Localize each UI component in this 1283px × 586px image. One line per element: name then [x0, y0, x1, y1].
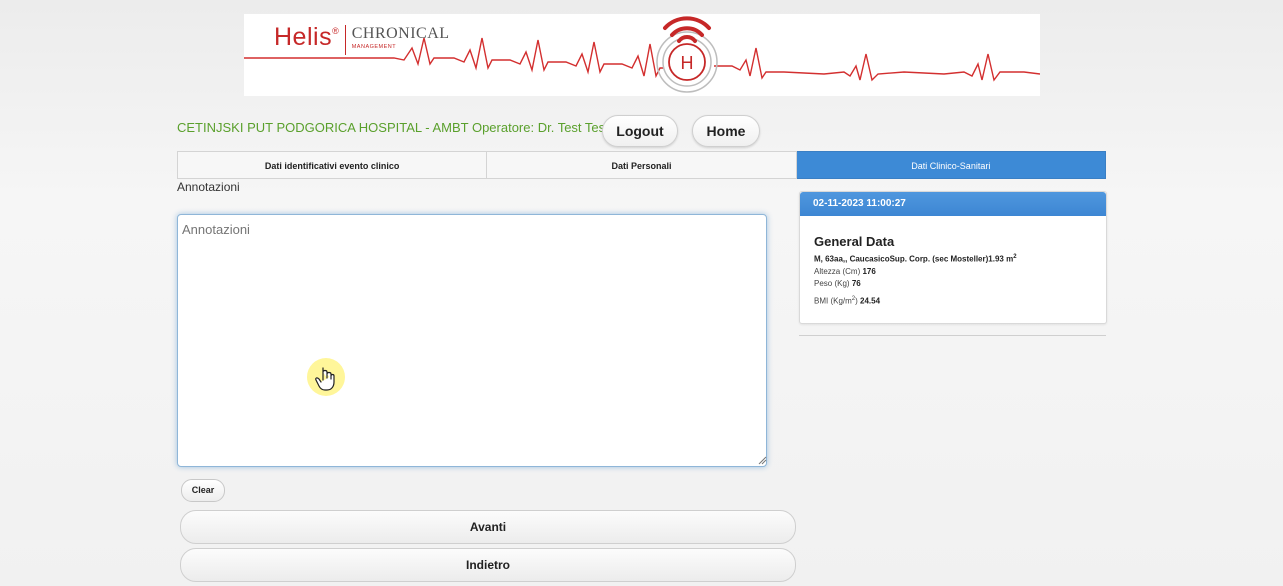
divider [799, 335, 1106, 336]
tab-dati-clinico-sanitari[interactable]: Dati Clinico-Sanitari [796, 151, 1106, 179]
logo-product: CHRONICAL [351, 25, 450, 42]
tab-dati-identificativi[interactable]: Dati identificativi evento clinico [177, 151, 488, 179]
helis-emblem-icon: H [656, 16, 718, 93]
card-title: General Data [814, 234, 895, 249]
back-button[interactable]: Indietro [180, 548, 796, 582]
annotations-label: Annotazioni [177, 180, 240, 194]
patient-summary: M, 63aa,, CaucasicoSup. Corp. (sec Moste… [814, 254, 1017, 264]
hospital-operator-info: CETINJSKI PUT PODGORICA HOSPITAL - AMBT … [177, 120, 609, 135]
svg-text:H: H [681, 53, 694, 73]
bmi-row: BMI (Kg/m2) 24.54 [814, 295, 881, 306]
weight-row: Peso (Kg) 76 [814, 278, 861, 288]
hand-cursor-icon [307, 358, 345, 396]
tab-bar: Dati identificativi evento clinico Dati … [177, 151, 1106, 179]
logo: Helis ® CHRONICAL MANAGEMENT [274, 22, 450, 55]
annotations-textarea[interactable] [177, 214, 767, 467]
general-data-card[interactable]: 02-11-2023 11:00:27 General Data M, 63aa… [799, 191, 1107, 324]
next-button[interactable]: Avanti [180, 510, 796, 544]
header-banner: H Helis ® CHRONICAL MANAGEMENT [244, 14, 1040, 96]
resize-grip-icon[interactable] [757, 455, 767, 465]
clear-button[interactable]: Clear [181, 479, 225, 502]
card-datetime: 02-11-2023 11:00:27 [800, 192, 1106, 216]
logo-brand: Helis [274, 23, 333, 51]
home-button[interactable]: Home [692, 115, 760, 147]
logo-tagline: MANAGEMENT [351, 44, 397, 50]
logout-button[interactable]: Logout [602, 115, 678, 147]
height-row: Altezza (Cm) 176 [814, 266, 876, 276]
tab-dati-personali[interactable]: Dati Personali [487, 151, 797, 179]
